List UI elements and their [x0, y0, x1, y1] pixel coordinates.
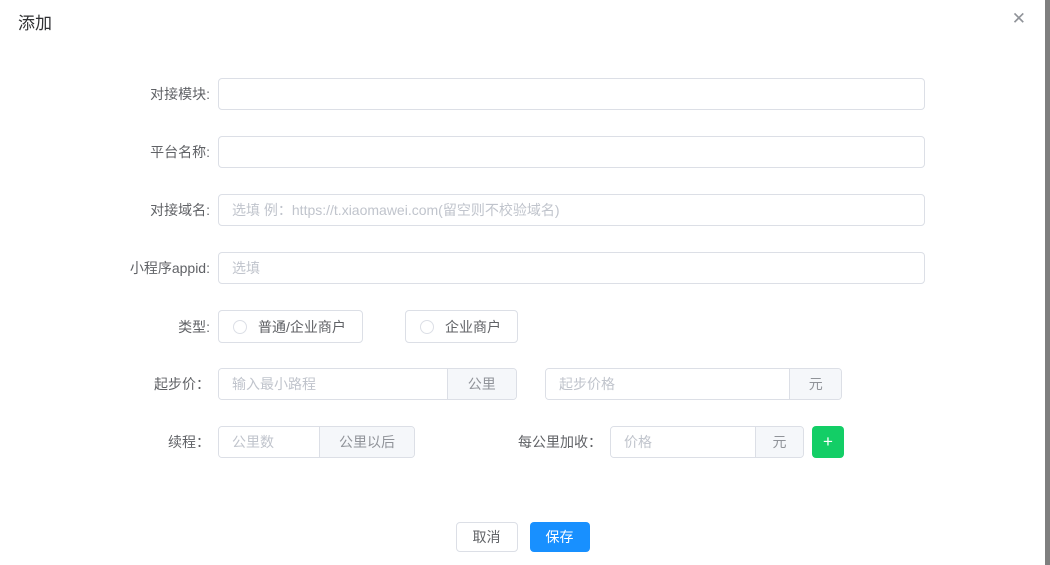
vertical-scrollbar[interactable] — [1045, 0, 1050, 565]
extension-km-input[interactable] — [219, 427, 319, 457]
appid-label: 小程序appid: — [0, 258, 210, 278]
radio-option-enterprise-merchant[interactable]: 企业商户 — [405, 310, 518, 343]
per-km-price-group: 元 — [610, 426, 804, 458]
form-row-type: 类型: 普通/企业商户 企业商户 — [0, 310, 1045, 343]
module-input[interactable] — [218, 78, 925, 110]
km-unit-suffix: 公里 — [447, 369, 517, 399]
domain-input[interactable] — [218, 194, 925, 226]
platform-name-input[interactable] — [218, 136, 925, 168]
module-label: 对接模块: — [0, 84, 210, 104]
extension-label: 续程： — [0, 432, 210, 452]
radio-circle-icon — [420, 320, 434, 334]
platform-label: 平台名称: — [0, 142, 210, 162]
dialog-footer: 取消 保存 — [0, 522, 1045, 552]
form-row-module: 对接模块: — [0, 78, 1045, 110]
form-row-platform: 平台名称: — [0, 136, 1045, 168]
cancel-button[interactable]: 取消 — [456, 522, 518, 552]
add-tier-button[interactable]: + — [812, 426, 844, 458]
min-distance-group: 公里 — [218, 368, 517, 400]
per-km-price-input[interactable] — [611, 427, 755, 457]
form-row-extension: 续程： 公里以后 每公里加收： 元 + — [0, 426, 1045, 458]
save-button[interactable]: 保存 — [530, 522, 590, 552]
per-km-charge-label: 每公里加收： — [518, 432, 602, 452]
add-dialog: 添加 ✕ 对接模块: 平台名称: 对接域名: 小程序appid: — [0, 0, 1050, 565]
radio-circle-icon — [233, 320, 247, 334]
radio-option-label: 普通/企业商户 — [258, 317, 346, 337]
km-after-unit-suffix: 公里以后 — [319, 427, 414, 457]
base-price-label: 起步价： — [0, 374, 210, 394]
yuan-unit-suffix: 元 — [755, 427, 803, 457]
form-row-domain: 对接域名: — [0, 194, 1045, 226]
form-row-base-price: 起步价： 公里 元 — [0, 368, 1045, 400]
dialog-title: 添加 — [18, 9, 52, 34]
base-price-group: 元 — [545, 368, 842, 400]
base-price-input[interactable] — [546, 369, 789, 399]
min-distance-input[interactable] — [219, 369, 447, 399]
type-label: 类型: — [0, 317, 210, 337]
domain-label: 对接域名: — [0, 200, 210, 220]
close-icon[interactable]: ✕ — [1012, 10, 1026, 27]
radio-option-label: 企业商户 — [445, 317, 501, 337]
yuan-unit-suffix: 元 — [789, 369, 841, 399]
radio-option-normal-merchant[interactable]: 普通/企业商户 — [218, 310, 363, 343]
appid-input[interactable] — [218, 252, 925, 284]
form-row-appid: 小程序appid: — [0, 252, 1045, 284]
add-form: 对接模块: 平台名称: 对接域名: 小程序appid: — [0, 78, 1045, 484]
extension-distance-group: 公里以后 — [218, 426, 415, 458]
